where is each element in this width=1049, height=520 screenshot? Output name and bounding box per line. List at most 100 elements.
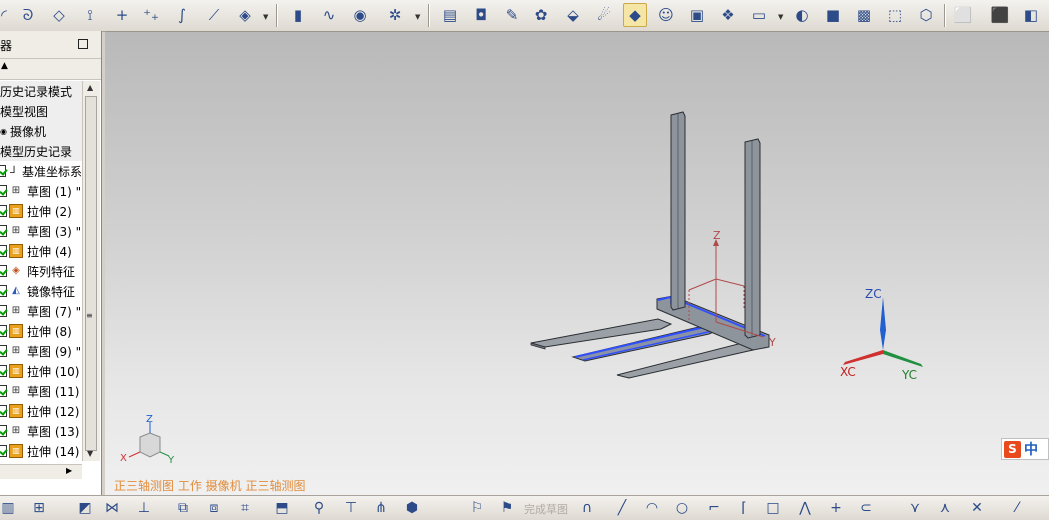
- axis-icon[interactable]: ⊥: [133, 498, 155, 518]
- assembly-icon[interactable]: ⧉: [172, 498, 194, 518]
- render-icon[interactable]: ▤: [438, 3, 462, 27]
- scroll-up-icon[interactable]: ▲: [87, 83, 93, 92]
- wcs-triad[interactable]: [843, 297, 923, 367]
- navigator-feature-row[interactable]: ▥ 拉伸 (12): [0, 401, 82, 421]
- camera-icon[interactable]: ◘: [469, 3, 493, 27]
- navigator-feature-row[interactable]: ⊞ 草图 (3) ": [0, 221, 82, 241]
- scroll-down-icon[interactable]: ▼: [87, 449, 93, 458]
- navigator-horizontal-scrollbar[interactable]: ▶: [0, 464, 82, 479]
- camera2-icon[interactable]: ◐: [790, 3, 814, 27]
- solid-icon[interactable]: ⬢: [401, 498, 423, 518]
- chevron-down-icon[interactable]: ▼: [415, 13, 420, 21]
- fillet-icon[interactable]: ◜: [0, 3, 16, 27]
- mast-left[interactable]: [670, 111, 686, 311]
- checkbox-icon[interactable]: [0, 445, 7, 457]
- mast-right[interactable]: [744, 138, 761, 339]
- navigator-feature-row[interactable]: ⊞ 草图 (7) ": [0, 301, 82, 321]
- navigator-feature-row[interactable]: ⅃ 基准坐标系: [0, 161, 82, 181]
- navigator-feature-row[interactable]: ▥ 拉伸 (4): [0, 241, 82, 261]
- navigator-feature-row[interactable]: ⊞ 草图 (11): [0, 381, 82, 401]
- active-light-icon[interactable]: ◆: [623, 3, 647, 27]
- constraint-icon[interactable]: ⌗: [234, 498, 256, 518]
- spring-icon[interactable]: ∿: [317, 3, 341, 27]
- navigator-vertical-scrollbar[interactable]: ▲ ≡ ▼: [82, 81, 100, 461]
- sketch-point-icon[interactable]: +: [825, 498, 847, 518]
- polyline-icon[interactable]: ⋀: [794, 498, 816, 518]
- mirror-plane-icon[interactable]: ⋈: [101, 498, 123, 518]
- screen-icon[interactable]: ▭: [747, 3, 771, 27]
- snap-view-icon[interactable]: ⬜: [951, 3, 975, 27]
- pattern-curve-icon[interactable]: ⁄: [1006, 498, 1028, 518]
- extend-icon[interactable]: ⋏: [934, 498, 956, 518]
- scene-icon[interactable]: ❖: [716, 3, 740, 27]
- chamfer-icon[interactable]: ⌈: [733, 498, 755, 518]
- chevron-down-icon[interactable]: ▼: [778, 13, 783, 21]
- tree-icon[interactable]: ⋔: [370, 498, 392, 518]
- checkbox-icon[interactable]: [0, 305, 7, 317]
- checkbox-icon[interactable]: [0, 425, 7, 437]
- trim-icon[interactable]: ⋎: [904, 498, 926, 518]
- navigator-feature-row[interactable]: ⊞ 草图 (1) ": [0, 181, 82, 201]
- light-icon[interactable]: ☄: [592, 3, 616, 27]
- navigator-section[interactable]: ◉ 摄像机: [0, 121, 82, 141]
- offset-icon[interactable]: ⊂: [855, 498, 877, 518]
- chevron-down-icon[interactable]: ▼: [263, 13, 268, 21]
- navigator-section[interactable]: 历史记录模式: [0, 81, 82, 101]
- point-icon[interactable]: +: [110, 3, 134, 27]
- navigator-feature-row[interactable]: ▥ 拉伸 (10): [0, 361, 82, 381]
- texture-icon[interactable]: ▩: [852, 3, 876, 27]
- portrait-icon[interactable]: ▣: [685, 3, 709, 27]
- cube-add-icon[interactable]: ◩: [74, 498, 96, 518]
- checkbox-icon[interactable]: [0, 325, 7, 337]
- thread-icon[interactable]: ◉: [348, 3, 372, 27]
- offset-curve-icon[interactable]: ∫: [170, 3, 194, 27]
- ime-language[interactable]: 中: [1024, 439, 1038, 459]
- checkbox-icon[interactable]: [0, 225, 7, 237]
- sort-up-icon[interactable]: ▲: [1, 61, 8, 71]
- cube-icon[interactable]: ■: [821, 3, 845, 27]
- navigator-feature-row[interactable]: ◭ 镜像特征: [0, 281, 82, 301]
- weld-icon[interactable]: ✲: [383, 3, 407, 27]
- navigator-feature-row[interactable]: ▥ 拉伸 (2): [0, 201, 82, 221]
- move-face-icon[interactable]: ◈: [233, 3, 257, 27]
- wire-box-icon[interactable]: ⬡: [914, 3, 938, 27]
- navigator-feature-row[interactable]: ⊞ 草图 (9) ": [0, 341, 82, 361]
- scroll-right-icon[interactable]: ▶: [66, 466, 72, 475]
- checkbox-icon[interactable]: [0, 265, 7, 277]
- checkbox-icon[interactable]: [0, 345, 7, 357]
- part-icon[interactable]: ⬛: [988, 3, 1012, 27]
- checkbox-icon[interactable]: [0, 165, 6, 177]
- ime-indicator[interactable]: S 中: [1001, 438, 1049, 460]
- navigator-feature-row[interactable]: ⊞ 草图 (13): [0, 421, 82, 441]
- checkbox-icon[interactable]: [0, 365, 7, 377]
- assembly2-icon[interactable]: ⧈: [203, 498, 225, 518]
- arc-icon[interactable]: ◠: [641, 498, 663, 518]
- navigator-section[interactable]: 模型视图: [0, 101, 82, 121]
- color-palette-icon[interactable]: ✿: [529, 3, 553, 27]
- snap-icon[interactable]: ▥: [0, 498, 19, 518]
- sketch-task-icon[interactable]: ⚐: [466, 498, 488, 518]
- navigator-feature-row[interactable]: ◈ 阵列特征: [0, 261, 82, 281]
- tag-icon[interactable]: ⊤: [340, 498, 362, 518]
- point-set-icon[interactable]: ⁺₊: [139, 3, 163, 27]
- navigator-column-header[interactable]: ▲: [0, 59, 101, 80]
- navigator-feature-row[interactable]: ▥ 拉伸 (8): [0, 321, 82, 341]
- dimension-icon[interactable]: ⟟: [78, 3, 102, 27]
- corner-icon[interactable]: ✕: [966, 498, 988, 518]
- box-icon[interactable]: ⬒: [271, 498, 293, 518]
- cylinder-icon[interactable]: ▮: [286, 3, 310, 27]
- sketch-curve-icon[interactable]: ᘐ: [16, 3, 40, 27]
- circle-icon[interactable]: ○: [671, 498, 693, 518]
- checkbox-icon[interactable]: [0, 205, 7, 217]
- profile-icon[interactable]: ∩: [576, 498, 598, 518]
- checkbox-icon[interactable]: [0, 405, 7, 417]
- paint-icon[interactable]: ✎: [500, 3, 524, 27]
- checkbox-icon[interactable]: [0, 285, 7, 297]
- navigator-feature-row[interactable]: ▥ 拉伸 (14): [0, 441, 82, 461]
- maximize-icon[interactable]: [78, 39, 88, 49]
- navigator-section[interactable]: 模型历史记录: [0, 141, 82, 161]
- add-component-icon[interactable]: ⊞: [28, 498, 50, 518]
- scrollbar-thumb[interactable]: [85, 96, 97, 451]
- checkbox-icon[interactable]: [0, 185, 7, 197]
- graphics-window[interactable]: Z Y ZC XC YC Z X Y 正三轴测图 工作 摄像机 正三轴测图 S …: [105, 31, 1049, 496]
